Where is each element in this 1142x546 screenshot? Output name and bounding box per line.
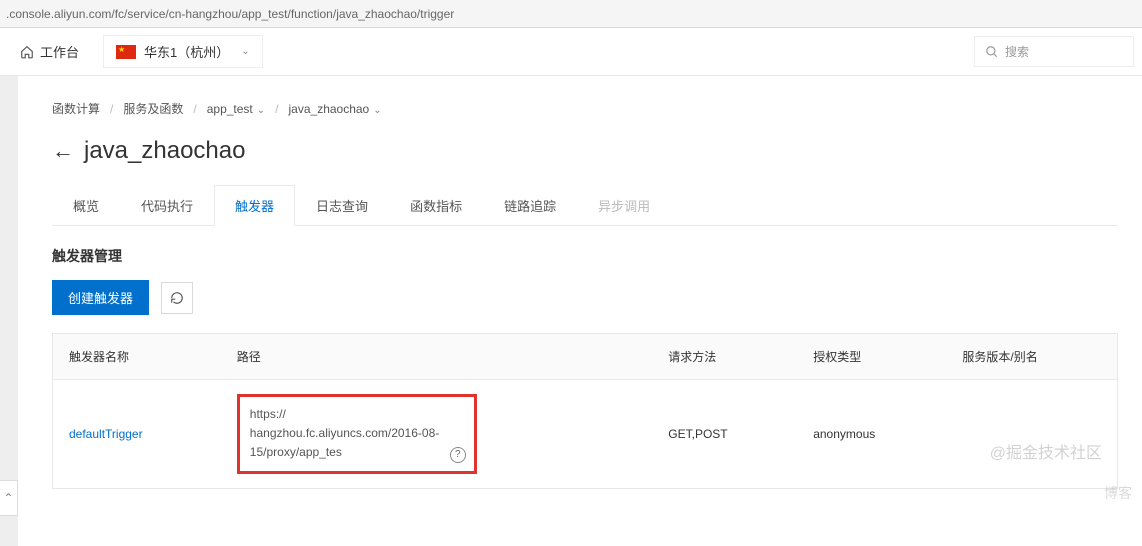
th-auth: 授权类型 — [797, 334, 946, 380]
trigger-name-link[interactable]: defaultTrigger — [69, 427, 143, 441]
cell-name: defaultTrigger — [53, 380, 221, 489]
search-icon — [985, 45, 999, 59]
chevron-down-icon: ⌄ — [373, 105, 381, 116]
breadcrumb: 函数计算 / 服务及函数 / app_test⌄ / java_zhaochao… — [52, 100, 1118, 117]
chevron-down-icon: ⌄ — [241, 46, 249, 57]
help-icon[interactable]: ? — [450, 447, 466, 463]
top-bar: 工作台 华东1（杭州） ⌄ 搜索 — [0, 28, 1142, 76]
main-content: 函数计算 / 服务及函数 / app_test⌄ / java_zhaochao… — [0, 76, 1142, 513]
search-box[interactable]: 搜索 — [974, 36, 1134, 67]
section-title: 触发器管理 — [52, 246, 1118, 266]
tab-日志查询[interactable]: 日志查询 — [295, 185, 389, 226]
workbench-label: 工作台 — [40, 42, 79, 61]
search-placeholder: 搜索 — [1005, 43, 1029, 60]
action-row: 创建触发器 — [52, 280, 1118, 315]
tab-代码执行[interactable]: 代码执行 — [120, 185, 214, 226]
crumb-sep: / — [275, 102, 278, 116]
path-line: hangzhou.fc.aliyuncs.com/2016-08- — [250, 424, 464, 443]
tab-触发器[interactable]: 触发器 — [214, 185, 295, 226]
back-arrow-icon[interactable]: ← — [52, 138, 74, 164]
path-line: https:// — [250, 405, 464, 424]
crumb-sep: / — [110, 102, 113, 116]
th-name: 触发器名称 — [53, 334, 221, 380]
home-icon — [20, 45, 34, 59]
cell-version — [946, 380, 1117, 489]
page-title-row: ← java_zhaochao — [52, 137, 1118, 165]
crumb-sep: / — [193, 102, 196, 116]
cell-auth: anonymous — [797, 380, 946, 489]
table-row: defaultTrigger https:// hangzhou.fc.aliy… — [53, 380, 1118, 489]
refresh-icon — [170, 291, 184, 305]
tab-链路追踪[interactable]: 链路追踪 — [483, 185, 577, 226]
url-text: .console.aliyun.com/fc/service/cn-hangzh… — [6, 7, 454, 21]
cell-method: GET,POST — [652, 380, 797, 489]
th-method: 请求方法 — [652, 334, 797, 380]
path-line: 15/proxy/app_tes — [250, 443, 464, 462]
th-version: 服务版本/别名 — [946, 334, 1117, 380]
page-title: java_zhaochao — [84, 137, 245, 165]
th-path: 路径 — [221, 334, 653, 380]
table-header-row: 触发器名称 路径 请求方法 授权类型 服务版本/别名 — [53, 334, 1118, 380]
cell-path: https:// hangzhou.fc.aliyuncs.com/2016-0… — [221, 380, 653, 489]
create-trigger-button[interactable]: 创建触发器 — [52, 280, 149, 315]
tab-函数指标[interactable]: 函数指标 — [389, 185, 483, 226]
crumb-3[interactable]: java_zhaochao⌄ — [289, 102, 382, 116]
refresh-button[interactable] — [161, 282, 193, 314]
browser-url-bar: .console.aliyun.com/fc/service/cn-hangzh… — [0, 0, 1142, 28]
crumb-2[interactable]: app_test⌄ — [207, 102, 265, 116]
path-highlight-box: https:// hangzhou.fc.aliyuncs.com/2016-0… — [237, 394, 477, 474]
workbench-link[interactable]: 工作台 — [8, 42, 91, 61]
trigger-table: 触发器名称 路径 请求方法 授权类型 服务版本/别名 defaultTrigge… — [52, 333, 1118, 489]
tab-异步调用: 异步调用 — [577, 185, 671, 226]
tab-概览[interactable]: 概览 — [52, 185, 120, 226]
region-label: 华东1（杭州） — [144, 42, 229, 61]
flag-cn-icon — [116, 45, 136, 59]
crumb-0[interactable]: 函数计算 — [52, 100, 100, 117]
chevron-down-icon: ⌄ — [257, 105, 265, 116]
region-selector[interactable]: 华东1（杭州） ⌄ — [103, 35, 263, 68]
crumb-1[interactable]: 服务及函数 — [123, 100, 183, 117]
tabs: 概览代码执行触发器日志查询函数指标链路追踪异步调用 — [52, 185, 1118, 226]
